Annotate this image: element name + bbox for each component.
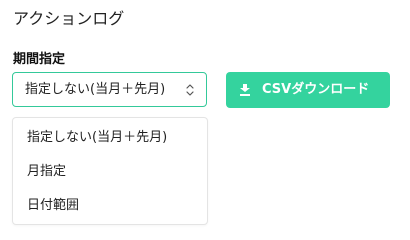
period-select[interactable]: 指定しない(当月＋先月)	[12, 72, 207, 107]
dropdown-option-date-range[interactable]: 日付範囲	[13, 189, 207, 223]
period-filter-label: 期間指定	[13, 52, 66, 67]
csv-download-label: CSVダウンロード	[262, 82, 370, 97]
page-title: アクションログ	[13, 9, 125, 28]
chevron-up-down-icon	[186, 84, 194, 96]
period-select-value: 指定しない(当月＋先月)	[25, 82, 166, 97]
dropdown-option-month[interactable]: 月指定	[13, 155, 207, 189]
dropdown-option-none[interactable]: 指定しない(当月＋先月)	[13, 121, 207, 155]
download-icon	[240, 84, 250, 96]
period-dropdown-menu: 指定しない(当月＋先月) 月指定 日付範囲	[12, 117, 208, 225]
csv-download-button[interactable]: CSVダウンロード	[226, 72, 390, 108]
